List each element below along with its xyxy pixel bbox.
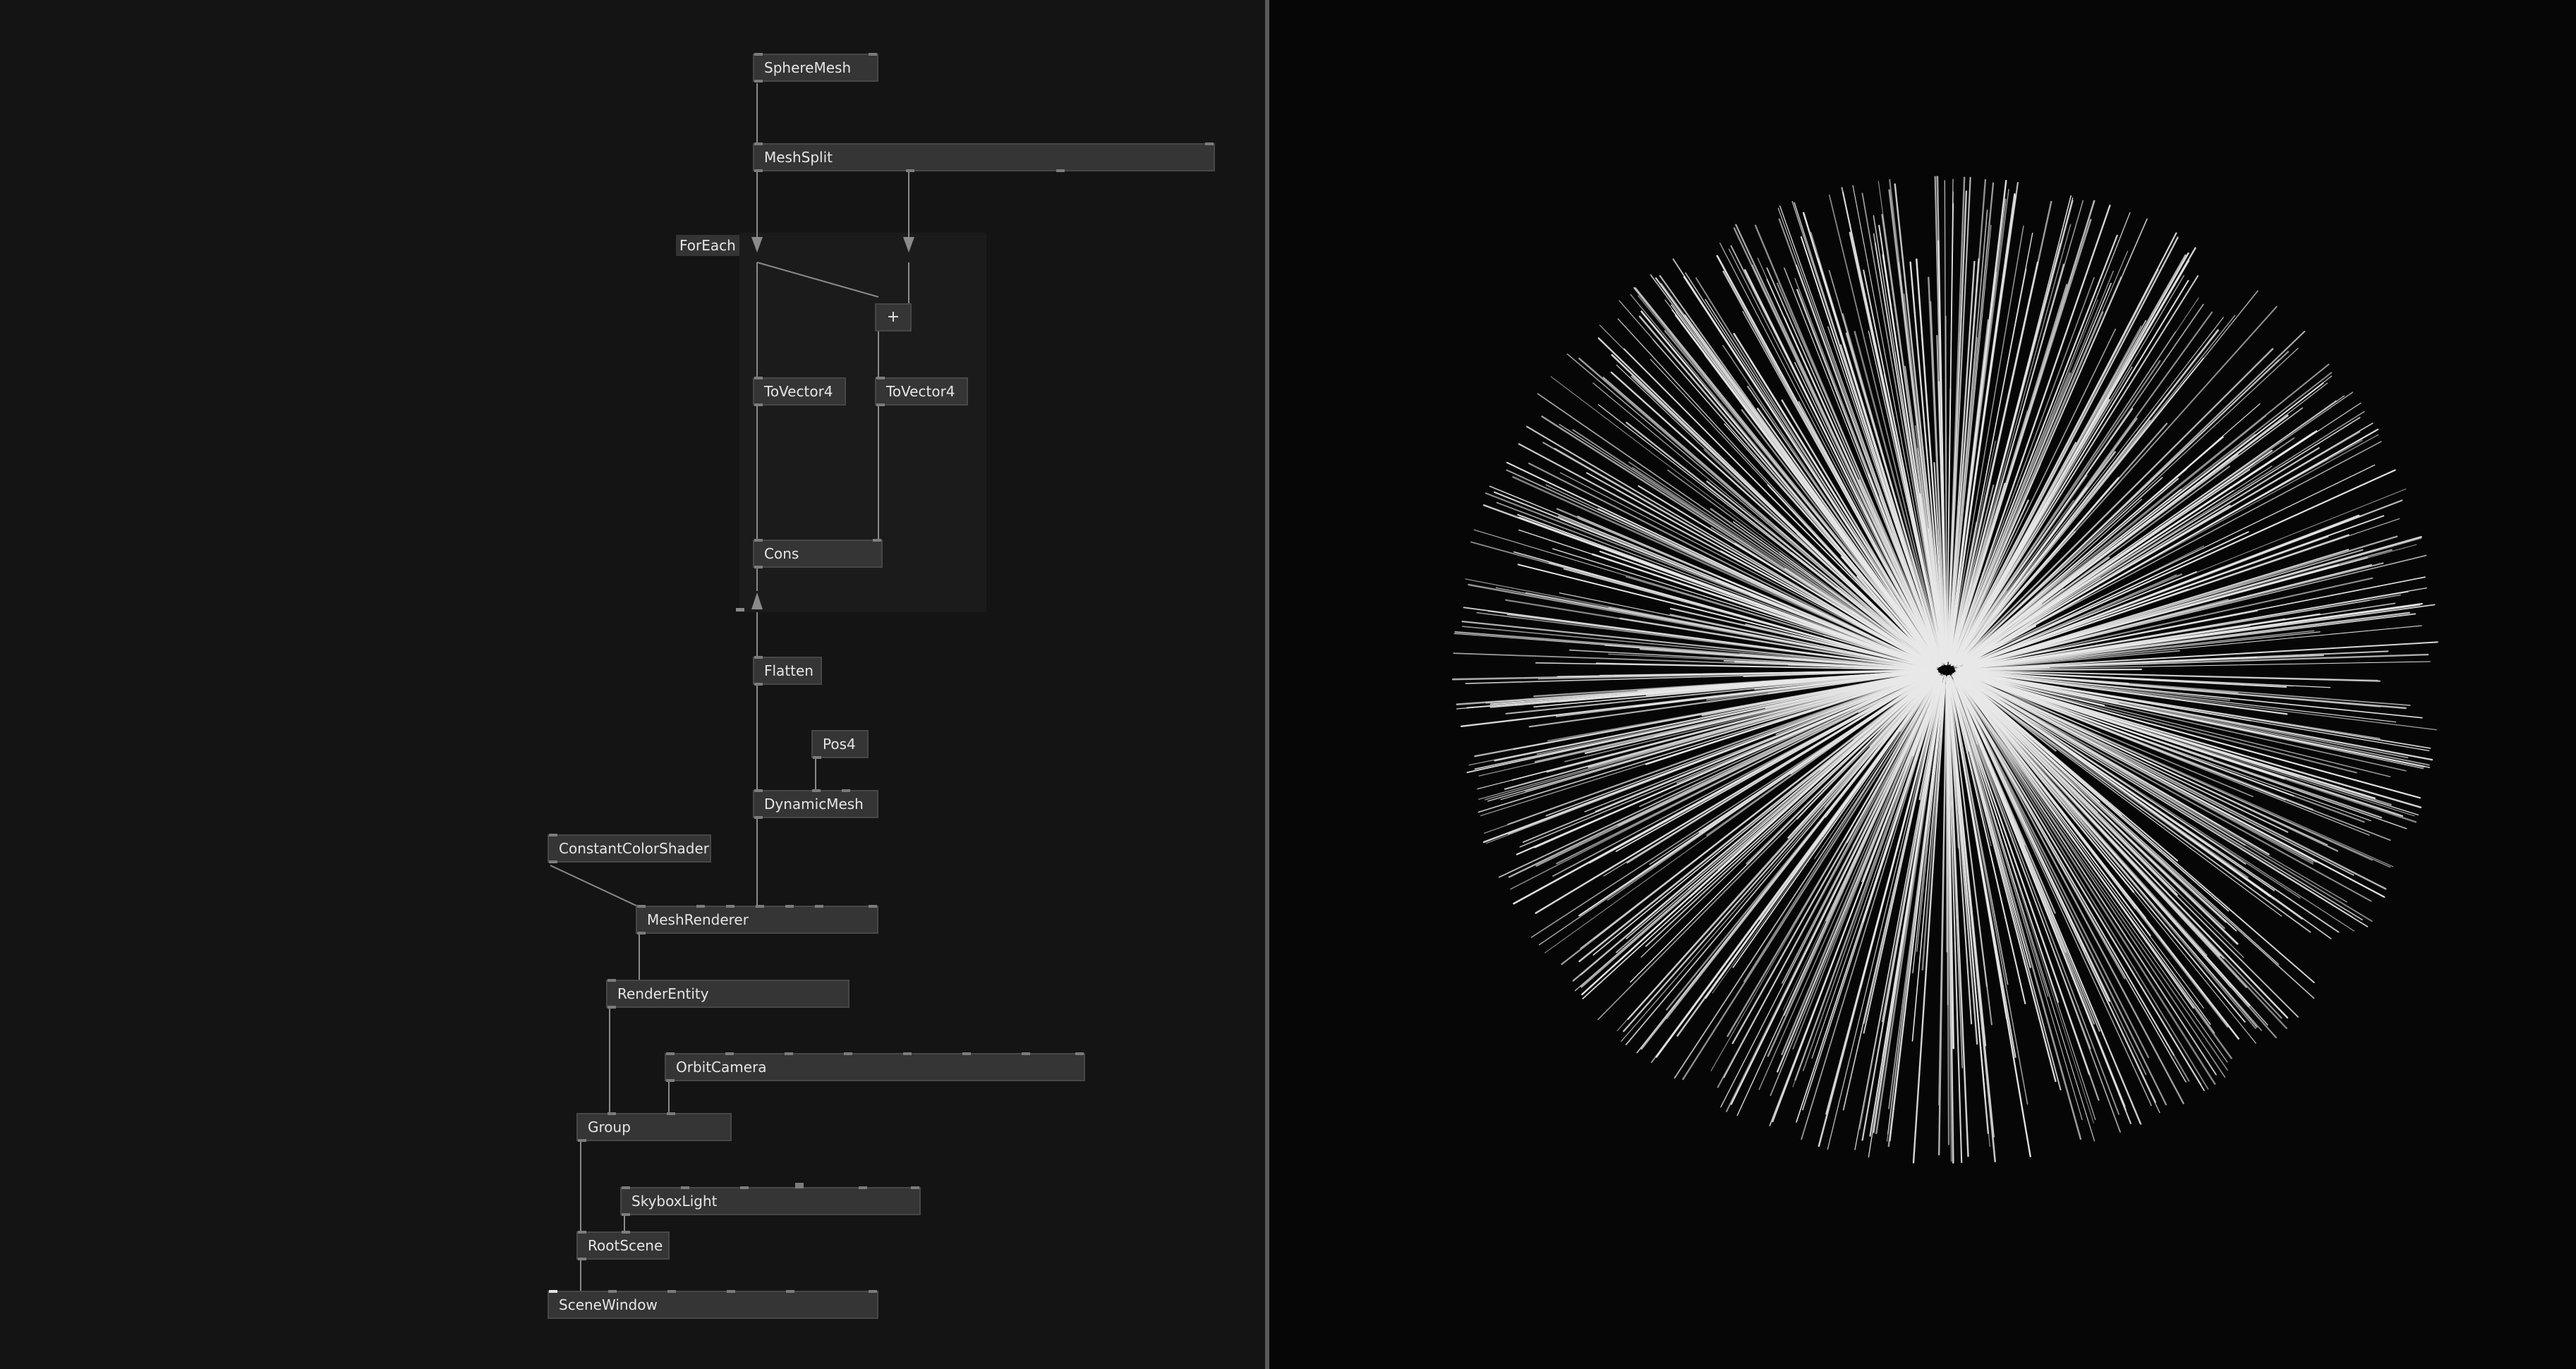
- pos4-node[interactable]: Pos4: [811, 730, 869, 759]
- node-label: SphereMesh: [764, 59, 852, 76]
- rootscene-node[interactable]: RootScene: [576, 1231, 670, 1260]
- node-label: MeshSplit: [764, 149, 833, 166]
- node-label: +: [886, 308, 900, 326]
- node-wires: [550, 83, 914, 1292]
- group-node[interactable]: Group: [576, 1112, 732, 1142]
- node-label: ToVector4: [886, 383, 955, 400]
- tovector4-node-right[interactable]: ToVector4: [875, 377, 968, 406]
- plus-node[interactable]: +: [875, 303, 912, 331]
- spheremesh-node[interactable]: SphereMesh: [753, 53, 878, 83]
- node-editor-panel[interactable]: ForEach SphereMesh MeshSplit + ToVector4…: [0, 0, 1265, 1369]
- tovector4-node-left[interactable]: ToVector4: [753, 377, 846, 406]
- node-label: MeshRenderer: [647, 911, 749, 928]
- flatten-node[interactable]: Flatten: [753, 656, 822, 686]
- node-label: Pos4: [823, 736, 856, 753]
- node-label: DynamicMesh: [764, 796, 864, 813]
- node-label: SceneWindow: [559, 1296, 658, 1313]
- burst-line: [1578, 358, 1931, 663]
- node-label: Cons: [764, 545, 799, 562]
- node-label: SkyboxLight: [631, 1193, 718, 1210]
- node-label: ToVector4: [764, 383, 833, 400]
- scenewindow-node[interactable]: SceneWindow: [548, 1290, 878, 1319]
- meshsplit-node[interactable]: MeshSplit: [753, 142, 1215, 172]
- burst-line: [1957, 391, 2354, 667]
- node-label: RootScene: [588, 1237, 663, 1254]
- node-label: Group: [588, 1119, 631, 1136]
- node-label: ConstantColorShader: [559, 840, 709, 857]
- skyboxlight-node[interactable]: SkyboxLight: [620, 1183, 921, 1216]
- render-viewport[interactable]: [1269, 0, 2576, 1369]
- meshrenderer-node[interactable]: MeshRenderer: [636, 905, 878, 935]
- dynamicmesh-node[interactable]: DynamicMesh: [753, 789, 878, 819]
- node-label: RenderEntity: [617, 985, 709, 1002]
- node-label: Flatten: [764, 662, 814, 679]
- orbitcamera-node[interactable]: OrbitCamera: [665, 1052, 1085, 1082]
- foreach-label[interactable]: ForEach: [676, 235, 739, 256]
- renderentity-node[interactable]: RenderEntity: [606, 979, 849, 1009]
- line-burst-sphere-render: [1451, 176, 2438, 1164]
- cons-node[interactable]: Cons: [753, 539, 883, 568]
- constantcolorshader-node[interactable]: ConstantColorShader: [548, 834, 711, 863]
- burst-line: [1967, 678, 2270, 897]
- node-label: OrbitCamera: [676, 1059, 767, 1076]
